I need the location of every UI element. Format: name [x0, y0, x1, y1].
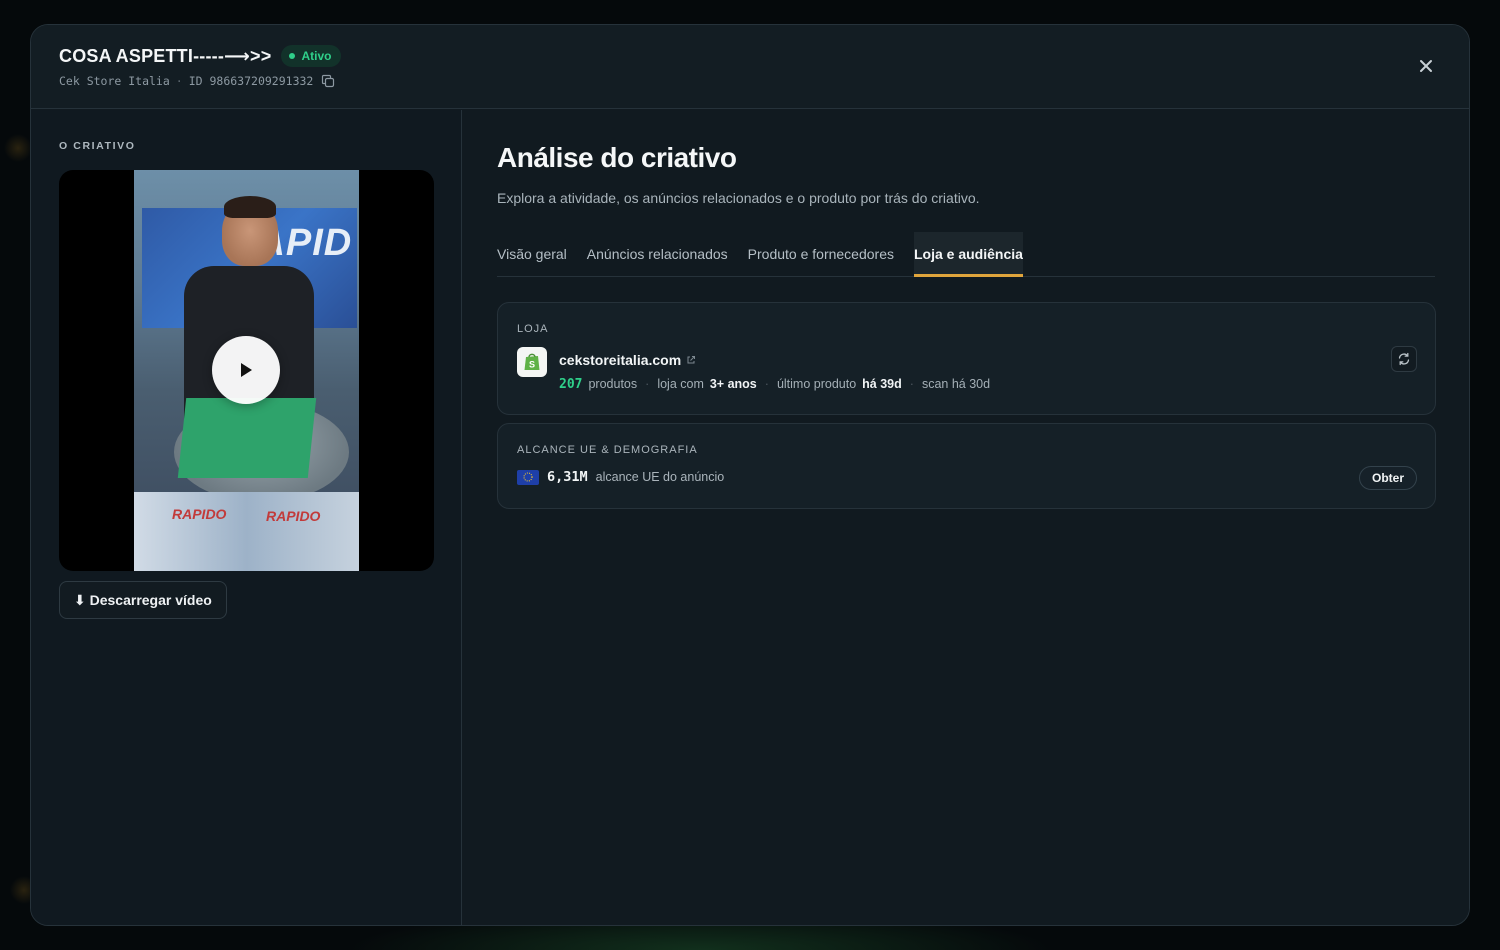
eu-flag-icon	[517, 469, 539, 485]
reach-section-label: ALCANCE UE & DEMOGRAFIA	[517, 444, 698, 456]
shopify-logo-icon: S	[517, 347, 547, 377]
store-stats: 207 produtos · loja com 3+ anos · último…	[559, 377, 990, 392]
dot-separator: ·	[764, 377, 769, 391]
get-demographics-button[interactable]: Obter	[1358, 466, 1417, 490]
reach-value: 6,31M	[547, 469, 588, 485]
copy-icon[interactable]	[321, 74, 335, 88]
video-player[interactable]: RAPID RAPIDO RAPIDO	[59, 170, 434, 571]
product-label: produtos	[588, 377, 638, 391]
thumbnail-person-hair	[224, 196, 276, 218]
play-button[interactable]	[212, 336, 280, 404]
box-label: RAPIDO	[266, 508, 321, 524]
scan-status: scan há 30d	[921, 377, 991, 391]
analysis-title: Análise do criativo	[497, 142, 737, 173]
title-row: COSA ASPETTI-----⟶>> Ativo	[59, 45, 342, 67]
store-age-prefix: loja com	[657, 377, 704, 391]
subtitle-row: Cek Store Italia · ID 986637209291332	[59, 74, 335, 88]
external-link-icon[interactable]	[686, 355, 696, 365]
store-card: LOJA S cekstoreitalia.com 207 produtos ·…	[497, 302, 1436, 415]
status-label: Ativo	[301, 49, 332, 63]
analysis-tabs: Visão geral Anúncios relacionados Produt…	[497, 232, 1435, 277]
ad-id: ID 986637209291332	[188, 74, 314, 88]
store-section-label: LOJA	[517, 323, 549, 335]
last-product-value: há 39d	[862, 377, 902, 391]
store-name-row: cekstoreitalia.com	[559, 352, 696, 368]
analysis-description: Explora a atividade, os anúncios relacio…	[497, 190, 980, 206]
download-label: ⬇ Descarregar vídeo	[74, 591, 212, 608]
close-icon	[1420, 60, 1432, 72]
tab-product-suppliers[interactable]: Produto e fornecedores	[748, 232, 894, 276]
product-count: 207	[559, 377, 583, 392]
last-product-prefix: último produto	[776, 377, 857, 391]
tab-related-ads[interactable]: Anúncios relacionados	[587, 232, 728, 276]
store-domain-link[interactable]: cekstoreitalia.com	[559, 352, 681, 368]
separator: ·	[175, 74, 183, 88]
reach-row: 6,31M alcance UE do anúncio	[517, 469, 724, 485]
tab-store-audience[interactable]: Loja e audiência	[914, 232, 1023, 277]
dot-separator: ·	[909, 377, 914, 391]
box-label: RAPIDO	[172, 506, 227, 522]
creative-panel: O CRIATIVO RAPID RAPIDO RAPIDO ⬇ Descarr…	[31, 110, 462, 925]
creative-modal: COSA ASPETTI-----⟶>> Ativo Cek Store Ita…	[30, 24, 1470, 926]
reach-card: ALCANCE UE & DEMOGRAFIA 6,31M alcance UE…	[497, 423, 1436, 509]
play-icon	[241, 363, 252, 377]
creative-section-label: O CRIATIVO	[59, 140, 136, 152]
tab-overview[interactable]: Visão geral	[497, 232, 567, 276]
reach-label: alcance UE do anúncio	[595, 470, 725, 484]
refresh-icon	[1398, 352, 1410, 366]
status-dot-icon	[289, 53, 296, 59]
thumbnail-cloth	[177, 398, 317, 478]
modal-header: COSA ASPETTI-----⟶>> Ativo Cek Store Ita…	[31, 25, 1469, 109]
close-button[interactable]	[1415, 55, 1437, 77]
dot-separator: ·	[645, 377, 650, 391]
thumbnail-product-boxes: RAPIDO RAPIDO	[134, 492, 359, 571]
ad-title: COSA ASPETTI-----⟶>>	[59, 45, 272, 66]
store-name-label: Cek Store Italia	[59, 74, 170, 88]
svg-text:S: S	[529, 360, 535, 370]
store-age-value: 3+ anos	[709, 377, 757, 391]
download-video-button[interactable]: ⬇ Descarregar vídeo	[59, 581, 227, 619]
status-badge: Ativo	[281, 45, 342, 67]
analysis-panel: Análise do criativo Explora a atividade,…	[463, 110, 1469, 925]
refresh-button[interactable]	[1391, 346, 1417, 372]
